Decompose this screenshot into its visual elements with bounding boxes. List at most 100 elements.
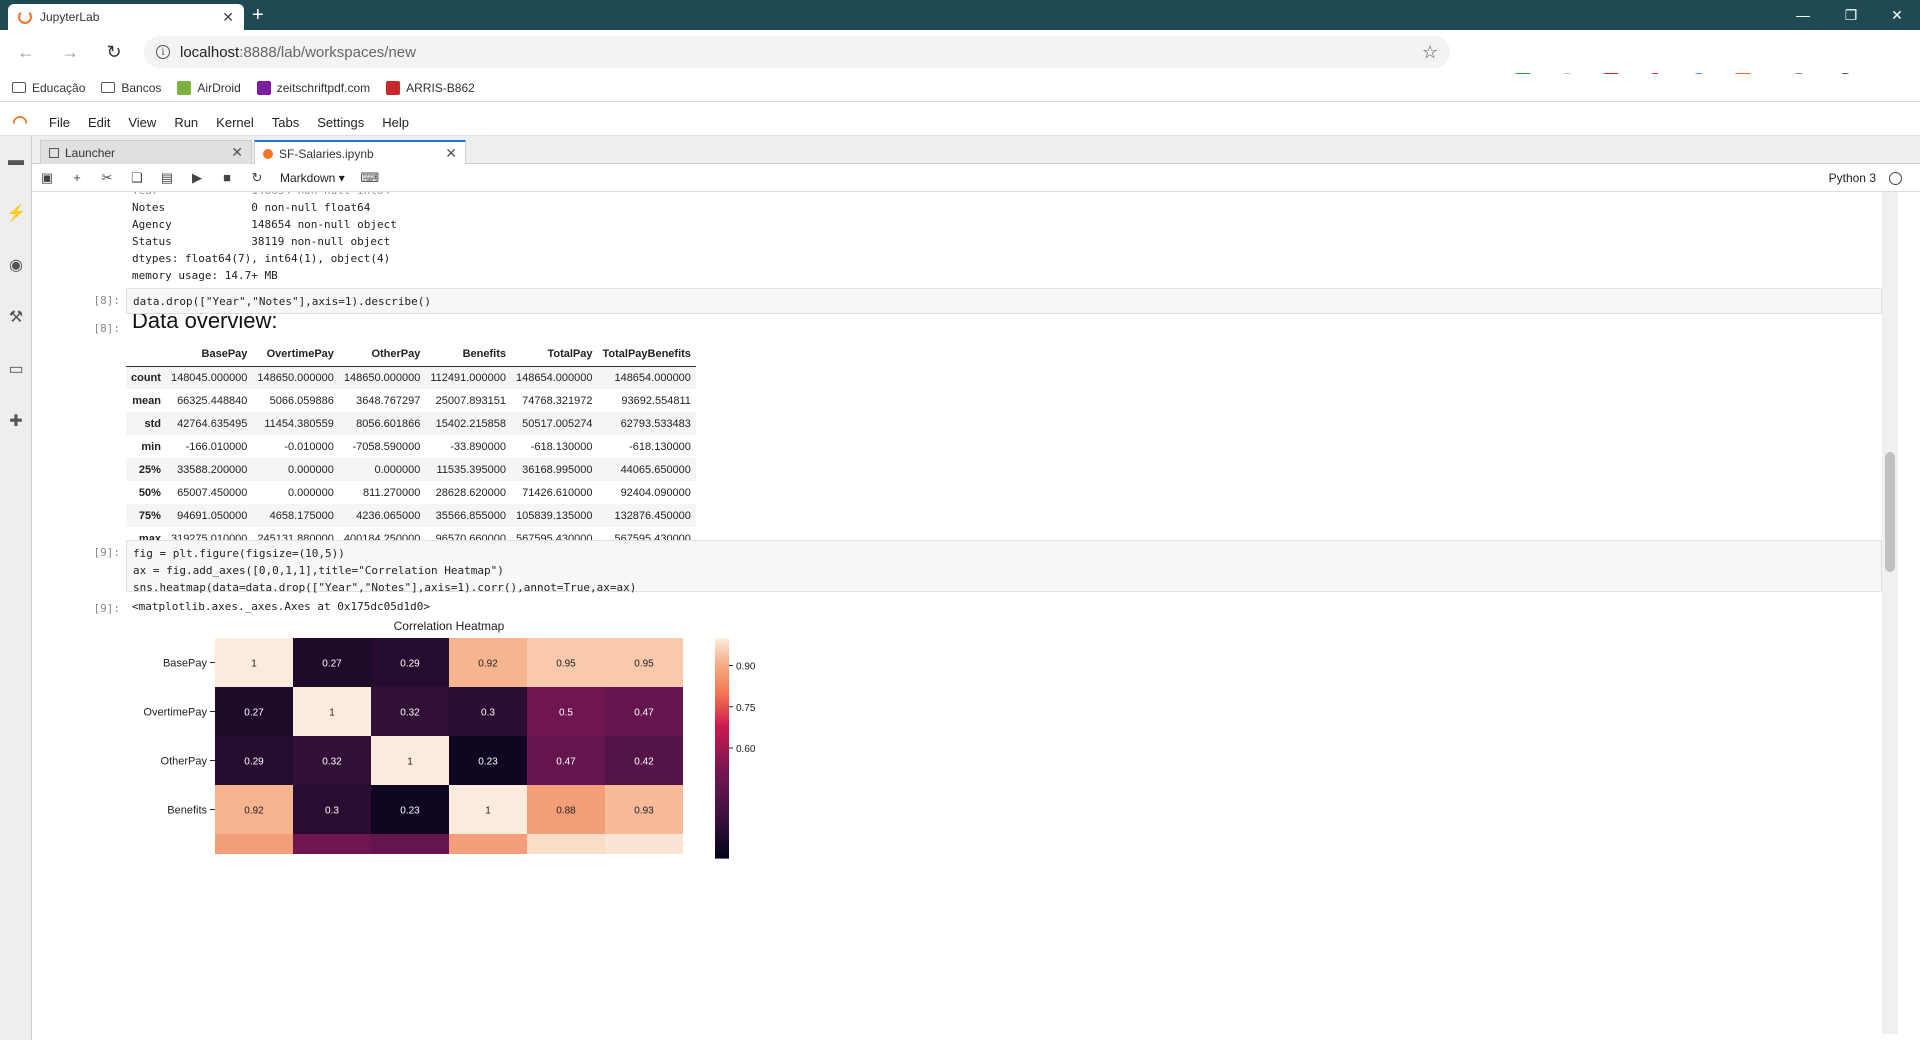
- jupyter-logo-icon: ◠: [12, 112, 28, 132]
- table-cell: 15402.215858: [435, 417, 507, 430]
- palette-icon[interactable]: ◉: [7, 256, 25, 274]
- close-icon[interactable]: ✕: [231, 144, 243, 161]
- bookmark-arris[interactable]: ARRIS-B862: [386, 80, 475, 95]
- menu-settings[interactable]: Settings: [308, 115, 373, 130]
- menu-file[interactable]: File: [40, 115, 79, 130]
- url-bar[interactable]: i localhost:8888/lab/workspaces/new ☆: [144, 36, 1450, 68]
- menu-view[interactable]: View: [119, 115, 165, 130]
- bookmark-airdroid[interactable]: AirDroid: [177, 80, 241, 95]
- table-cell: 112491.000000: [430, 371, 507, 384]
- bookmark-educacao[interactable]: Educação: [12, 81, 85, 95]
- output-text: <matplotlib.axes._axes.Axes at 0x175dc05…: [132, 600, 431, 613]
- bookmark-bancos[interactable]: Bancos: [101, 81, 161, 95]
- table-cell: 105839.135000: [516, 509, 593, 522]
- table-cell: 71426.610000: [522, 486, 593, 499]
- colorbar-segment: [715, 855, 729, 859]
- url-text[interactable]: localhost:8888/lab/workspaces/new: [180, 44, 1422, 61]
- code-line: sns.heatmap(data=data.drop(["Year","Note…: [133, 581, 637, 594]
- table-cell: -618.130000: [629, 440, 691, 453]
- table-cell: -7058.590000: [352, 440, 421, 453]
- cell-annotation: 1: [407, 757, 413, 768]
- stop-icon[interactable]: ■: [212, 166, 242, 190]
- table-cell: 35566.855000: [435, 509, 507, 522]
- back-icon[interactable]: ←: [8, 34, 44, 70]
- table-cell: 44065.650000: [620, 463, 691, 476]
- table-cell: 0.000000: [374, 463, 421, 476]
- table-cell: 65007.450000: [177, 486, 248, 499]
- save-icon[interactable]: ▣: [32, 166, 62, 190]
- menu-help[interactable]: Help: [373, 115, 418, 130]
- add-cell-icon[interactable]: +: [62, 166, 92, 190]
- menu-tabs[interactable]: Tabs: [263, 115, 308, 130]
- cell-annotation: 0.95: [556, 659, 576, 670]
- keyboard-icon[interactable]: ⌨: [355, 166, 385, 190]
- row-label: 25%: [138, 463, 161, 476]
- wrench-icon[interactable]: ⚒: [7, 308, 25, 326]
- run-icon[interactable]: ▶: [182, 166, 212, 190]
- copy-icon[interactable]: ❏: [122, 166, 152, 190]
- tabs-icon[interactable]: ▭: [7, 360, 25, 378]
- cell-annotation: 0.23: [478, 757, 498, 768]
- code-cell-8[interactable]: data.drop(["Year","Notes"],axis=1).descr…: [126, 288, 1882, 314]
- bookmark-zeitschriftpdf[interactable]: zeitschriftpdf.com: [256, 80, 370, 95]
- table-cell: 148654.000000: [516, 371, 593, 384]
- table-cell: 92404.090000: [620, 486, 691, 499]
- cell-annotation: 0.29: [400, 659, 420, 670]
- close-icon[interactable]: ✕: [445, 145, 457, 162]
- cell-annotation: 1: [251, 659, 257, 670]
- tab-launcher[interactable]: Launcher ✕: [40, 140, 252, 164]
- zeitschrift-icon: [256, 80, 271, 95]
- reload-icon[interactable]: ↻: [96, 34, 132, 70]
- heatmap-cell-partial: [293, 834, 371, 854]
- minimize-icon[interactable]: —: [1780, 0, 1826, 30]
- browser-tab-title: JupyterLab: [40, 10, 100, 24]
- kernel-name[interactable]: Python 3: [1829, 171, 1876, 185]
- table-cell: 148650.000000: [257, 371, 334, 384]
- info-line: memory usage: 14.7+ MB: [132, 269, 278, 282]
- code-cell-9[interactable]: fig = plt.figure(figsize=(10,5)) ax = fi…: [126, 540, 1882, 594]
- heatmap-cell-partial: [371, 834, 449, 854]
- folder-icon[interactable]: ▬: [7, 152, 25, 170]
- input-prompt: [8]:: [93, 294, 121, 307]
- info-line: Status 38119 non-null object: [132, 235, 391, 248]
- scrollbar-thumb[interactable]: [1885, 452, 1895, 572]
- row-tick-label: OtherPay: [161, 756, 208, 768]
- window-close-icon[interactable]: ✕: [1874, 0, 1920, 30]
- row-label: count: [131, 371, 161, 384]
- browser-tab[interactable]: JupyterLab ✕: [8, 4, 244, 30]
- maximize-icon[interactable]: ❐: [1828, 0, 1874, 30]
- notebook-toolbar: ▣ + ✂ ❏ ▤ ▶ ■ ↻ Markdown ▾ ⌨ Python 3: [32, 164, 1920, 192]
- info-icon[interactable]: i: [156, 45, 170, 59]
- heatmap-cell-partial: [605, 834, 683, 854]
- input-prompt: [9]:: [93, 546, 121, 559]
- table-cell: -0.010000: [284, 440, 334, 453]
- address-bar: ← → ↻ i localhost:8888/lab/workspaces/ne…: [0, 30, 1920, 92]
- cell-annotation: 0.29: [244, 757, 264, 768]
- table-cell: 4236.065000: [356, 509, 421, 522]
- menu-kernel[interactable]: Kernel: [207, 115, 263, 130]
- paste-icon[interactable]: ▤: [152, 166, 182, 190]
- forward-icon[interactable]: →: [52, 34, 88, 70]
- menu-edit[interactable]: Edit: [79, 115, 119, 130]
- table-row: std 42764.635495 11454.380559 8056.601866 15…: [126, 412, 696, 435]
- cell-type-select[interactable]: Markdown ▾: [280, 171, 345, 185]
- restart-icon[interactable]: ↻: [242, 166, 272, 190]
- cell-annotation: 0.47: [556, 757, 576, 768]
- close-icon[interactable]: ✕: [222, 9, 234, 26]
- column-header: Benefits: [425, 343, 512, 367]
- cell-annotation: 1: [485, 806, 491, 817]
- table-cell: 94691.050000: [177, 509, 248, 522]
- table-cell: 25007.893151: [435, 394, 507, 407]
- running-icon[interactable]: ⚡: [6, 204, 26, 222]
- extension-icon[interactable]: ✚: [7, 412, 25, 430]
- cut-icon[interactable]: ✂: [92, 166, 122, 190]
- heatmap-cell-partial: [449, 834, 527, 854]
- cell-annotation: 0.47: [634, 708, 654, 719]
- document-tabbar: Launcher ✕ SF-Salaries.ipynb ✕: [32, 136, 1920, 165]
- bookmark-star-icon[interactable]: ☆: [1422, 42, 1438, 63]
- menu-run[interactable]: Run: [165, 115, 207, 130]
- notebook-scrollbar[interactable]: [1882, 192, 1898, 1034]
- tab-sf-salaries[interactable]: SF-Salaries.ipynb ✕: [254, 140, 466, 165]
- new-tab-icon[interactable]: +: [252, 4, 264, 26]
- folder-icon: [101, 82, 116, 93]
